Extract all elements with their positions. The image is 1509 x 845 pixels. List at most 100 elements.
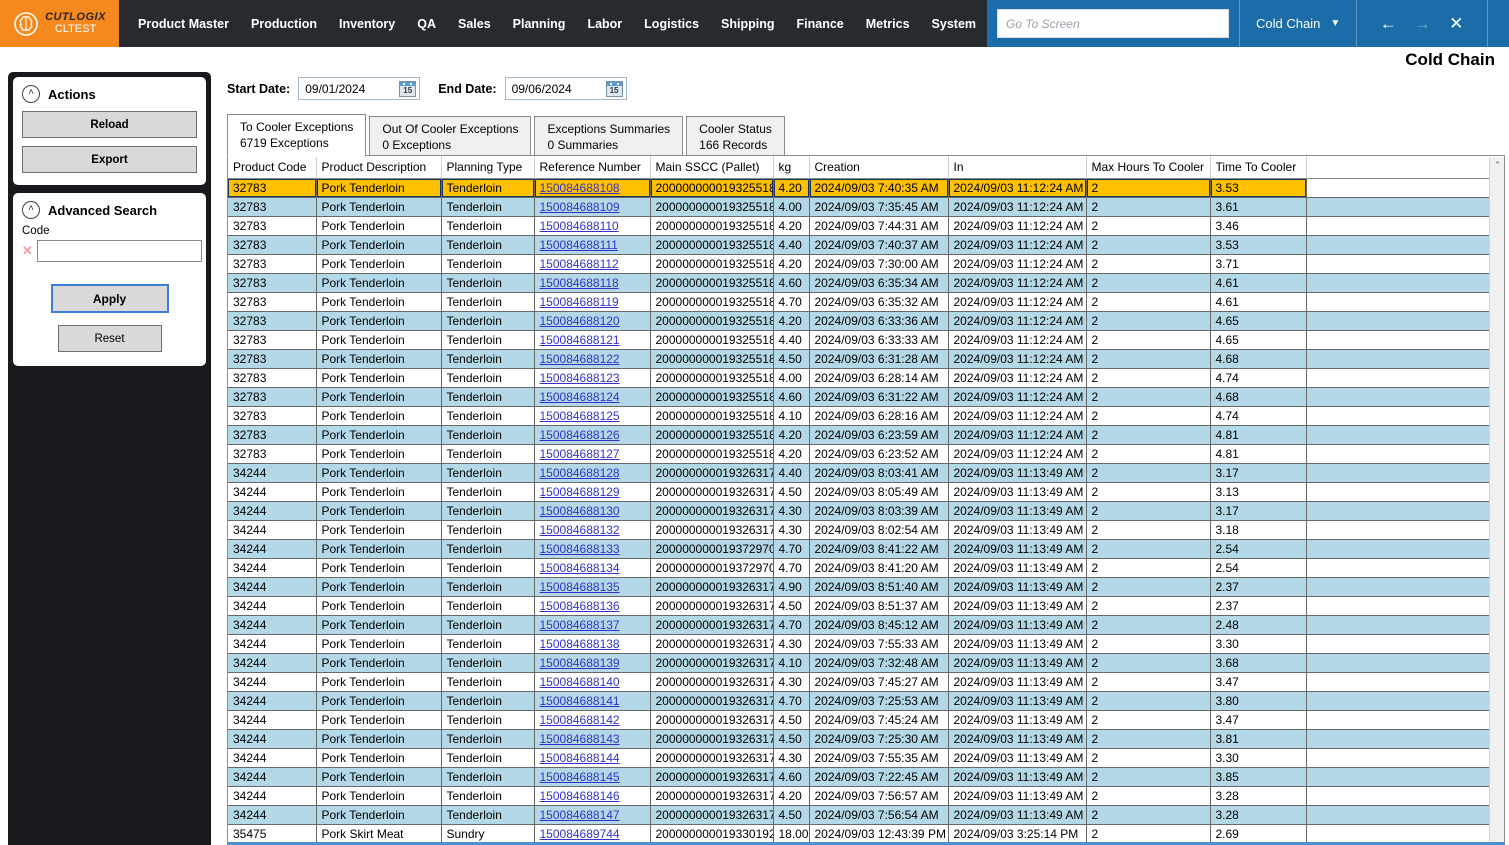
collapse-chevron-icon[interactable]: ˄ (22, 201, 40, 219)
table-row[interactable]: 34244Pork TenderloinTenderloin1500846881… (228, 748, 1490, 767)
reference-number-link[interactable]: 150084688111 (540, 238, 618, 252)
table-row[interactable]: 34244Pork TenderloinTenderloin1500846881… (228, 520, 1490, 539)
reference-number-link[interactable]: 150084688127 (540, 447, 620, 461)
reference-number-link[interactable]: 150084688121 (540, 333, 620, 347)
reference-number-link[interactable]: 150084688120 (540, 314, 620, 328)
reference-number-link[interactable]: 150084689744 (540, 827, 620, 841)
reference-number-link[interactable]: 150084688112 (540, 257, 619, 271)
column-header-product-description[interactable]: Product Description (316, 156, 441, 178)
column-header-product-code[interactable]: Product Code (228, 156, 316, 178)
table-row[interactable]: 34244Pork TenderloinTenderloin1500846881… (228, 767, 1490, 786)
nav-item-qa[interactable]: QA (406, 17, 447, 31)
vertical-scrollbar[interactable]: ⌃ (1489, 157, 1504, 843)
reference-number-link[interactable]: 150084688119 (540, 295, 619, 309)
apply-button[interactable]: Apply (51, 284, 169, 313)
clear-x-icon[interactable]: ✕ (22, 243, 33, 259)
table-row[interactable]: 32783Pork TenderloinTenderloin1500846881… (228, 387, 1490, 406)
collapse-chevron-icon[interactable]: ˄ (22, 85, 40, 103)
table-row[interactable]: 32783Pork TenderloinTenderloin1500846881… (228, 254, 1490, 273)
reference-number-link[interactable]: 150084688126 (540, 428, 620, 442)
start-date-field[interactable]: 09/01/2024 15 (298, 77, 420, 100)
code-input[interactable] (37, 240, 202, 262)
table-row[interactable]: 35475Pork Skirt MeatSundry15008468974420… (228, 824, 1490, 843)
reference-number-link[interactable]: 150084688128 (540, 466, 620, 480)
nav-item-shipping[interactable]: Shipping (710, 17, 785, 31)
reference-number-link[interactable]: 150084688108 (540, 181, 620, 195)
reference-number-link[interactable]: 150084688135 (540, 580, 620, 594)
table-row[interactable]: 32783Pork TenderloinTenderloin1500846881… (228, 178, 1490, 197)
reference-number-link[interactable]: 150084688118 (540, 276, 619, 290)
table-row[interactable]: 34244Pork TenderloinTenderloin1500846881… (228, 615, 1490, 634)
close-icon[interactable]: ✕ (1439, 14, 1473, 34)
reference-number-link[interactable]: 150084688143 (540, 732, 620, 746)
reference-number-link[interactable]: 150084688109 (540, 200, 620, 214)
table-row[interactable]: 34244Pork TenderloinTenderloin1500846881… (228, 710, 1490, 729)
nav-item-production[interactable]: Production (240, 17, 328, 31)
table-row[interactable]: 34244Pork TenderloinTenderloin1500846881… (228, 482, 1490, 501)
nav-item-finance[interactable]: Finance (786, 17, 855, 31)
nav-item-logistics[interactable]: Logistics (633, 17, 710, 31)
column-header-kg[interactable]: kg (773, 156, 809, 178)
reset-button[interactable]: Reset (58, 325, 162, 352)
nav-item-product-master[interactable]: Product Master (127, 17, 240, 31)
table-row[interactable]: 32783Pork TenderloinTenderloin1500846881… (228, 425, 1490, 444)
tab-exceptions-summaries[interactable]: Exceptions Summaries0 Summaries (534, 116, 683, 156)
reference-number-link[interactable]: 150084688141 (540, 694, 620, 708)
reference-number-link[interactable]: 150084688134 (540, 561, 620, 575)
table-row[interactable]: 34244Pork TenderloinTenderloin1500846881… (228, 634, 1490, 653)
reference-number-link[interactable]: 150084688146 (540, 789, 620, 803)
nav-item-labor[interactable]: Labor (576, 17, 633, 31)
table-row[interactable]: 32783Pork TenderloinTenderloin1500846881… (228, 292, 1490, 311)
back-arrow-icon[interactable]: ← (1371, 14, 1405, 34)
forward-arrow-icon[interactable]: → (1405, 14, 1439, 34)
export-button[interactable]: Export (22, 146, 197, 173)
table-row[interactable]: 32783Pork TenderloinTenderloin1500846881… (228, 273, 1490, 292)
reference-number-link[interactable]: 150084688123 (540, 371, 620, 385)
tab-to-cooler-exceptions[interactable]: To Cooler Exceptions6719 Exceptions (227, 114, 366, 157)
reference-number-link[interactable]: 150084688142 (540, 713, 620, 727)
nav-item-inventory[interactable]: Inventory (328, 17, 406, 31)
reference-number-link[interactable]: 150084688132 (540, 523, 620, 537)
table-row[interactable]: 32783Pork TenderloinTenderloin1500846881… (228, 197, 1490, 216)
reference-number-link[interactable]: 150084688125 (540, 409, 620, 423)
table-row[interactable]: 32783Pork TenderloinTenderloin1500846881… (228, 216, 1490, 235)
table-row[interactable]: 34244Pork TenderloinTenderloin1500846881… (228, 596, 1490, 615)
screen-selector-dropdown[interactable]: Cold Chain ▼ (1240, 0, 1356, 47)
table-row[interactable]: 34244Pork TenderloinTenderloin1500846881… (228, 653, 1490, 672)
reference-number-link[interactable]: 150084688122 (540, 352, 620, 366)
table-row[interactable]: 34244Pork TenderloinTenderloin1500846881… (228, 691, 1490, 710)
go-to-screen-input[interactable] (997, 9, 1229, 38)
calendar-icon[interactable]: 15 (606, 81, 623, 97)
reference-number-link[interactable]: 150084688124 (540, 390, 620, 404)
nav-item-metrics[interactable]: Metrics (855, 17, 921, 31)
tab-out-of-cooler-exceptions[interactable]: Out Of Cooler Exceptions0 Exceptions (369, 116, 531, 156)
column-header-reference-number[interactable]: Reference Number (534, 156, 650, 178)
nav-item-sales[interactable]: Sales (447, 17, 502, 31)
column-header-main-sscc-pallet[interactable]: Main SSCC (Pallet) (650, 156, 773, 178)
tab-cooler-status[interactable]: Cooler Status166 Records (686, 116, 785, 156)
table-row[interactable]: 34244Pork TenderloinTenderloin1500846881… (228, 539, 1490, 558)
reference-number-link[interactable]: 150084688145 (540, 770, 620, 784)
reference-number-link[interactable]: 150084688147 (540, 808, 620, 822)
scroll-up-icon[interactable]: ⌃ (1490, 157, 1505, 173)
reference-number-link[interactable]: 150084688130 (540, 504, 620, 518)
table-row[interactable]: 34244Pork TenderloinTenderloin1500846881… (228, 558, 1490, 577)
table-row[interactable]: 34244Pork TenderloinTenderloin1500846881… (228, 729, 1490, 748)
reference-number-link[interactable]: 150084688136 (540, 599, 620, 613)
reference-number-link[interactable]: 150084688139 (540, 656, 620, 670)
end-date-field[interactable]: 09/06/2024 15 (505, 77, 627, 100)
reference-number-link[interactable]: 150084688110 (540, 219, 619, 233)
nav-item-system[interactable]: System (921, 17, 987, 31)
table-row[interactable]: 34244Pork TenderloinTenderloin1500846881… (228, 577, 1490, 596)
table-row[interactable]: 32783Pork TenderloinTenderloin1500846881… (228, 349, 1490, 368)
reference-number-link[interactable]: 150084688138 (540, 637, 620, 651)
column-header-creation[interactable]: Creation (809, 156, 948, 178)
column-header-time-to-cooler[interactable]: Time To Cooler (1210, 156, 1306, 178)
column-header-in[interactable]: In (948, 156, 1086, 178)
reference-number-link[interactable]: 150084688129 (540, 485, 620, 499)
table-row[interactable]: 34244Pork TenderloinTenderloin1500846881… (228, 805, 1490, 824)
reload-button[interactable]: Reload (22, 111, 197, 138)
nav-item-planning[interactable]: Planning (502, 17, 577, 31)
reference-number-link[interactable]: 150084688144 (540, 751, 620, 765)
reference-number-link[interactable]: 150084688133 (540, 542, 620, 556)
